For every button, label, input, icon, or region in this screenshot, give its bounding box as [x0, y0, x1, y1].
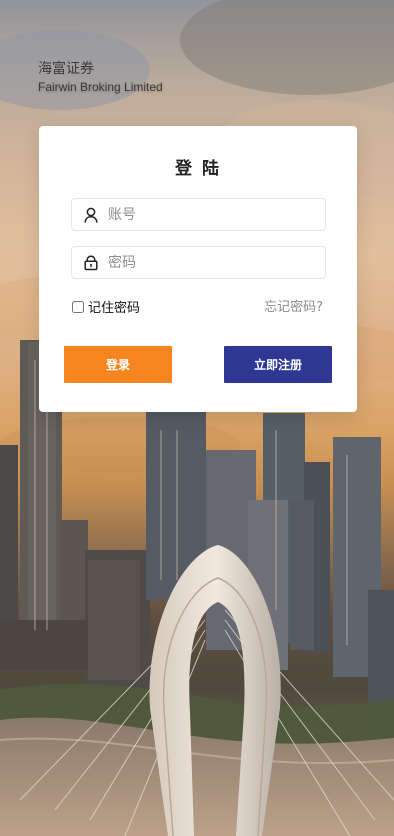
remember-password-checkbox[interactable]	[72, 300, 84, 313]
remember-password-label: 记住密码	[88, 301, 141, 316]
login-title: 登 陆	[175, 159, 221, 179]
username-input[interactable]	[108, 200, 308, 229]
login-screen: 海富证券 Fairwin Broking Limited 登 陆 账号 记住密码…	[0, 0, 394, 836]
remember-password-option[interactable]: 记住密码	[72, 297, 140, 316]
username-field[interactable]	[71, 198, 326, 231]
brand-name-cn: 海富证券	[38, 61, 94, 77]
brand-name-en: Fairwin Broking Limited	[38, 80, 163, 94]
forgot-password-link[interactable]: 忘记密码?	[264, 296, 323, 315]
brand: 海富证券 Fairwin Broking Limited	[38, 60, 163, 94]
login-card: 登 陆 记住密码	[39, 126, 357, 412]
register-button[interactable]: 立即注册	[224, 346, 332, 383]
lock-icon	[82, 254, 100, 272]
user-icon	[82, 206, 100, 224]
password-input[interactable]	[108, 248, 308, 277]
password-field[interactable]	[71, 246, 326, 279]
login-button[interactable]: 登录	[64, 346, 172, 383]
